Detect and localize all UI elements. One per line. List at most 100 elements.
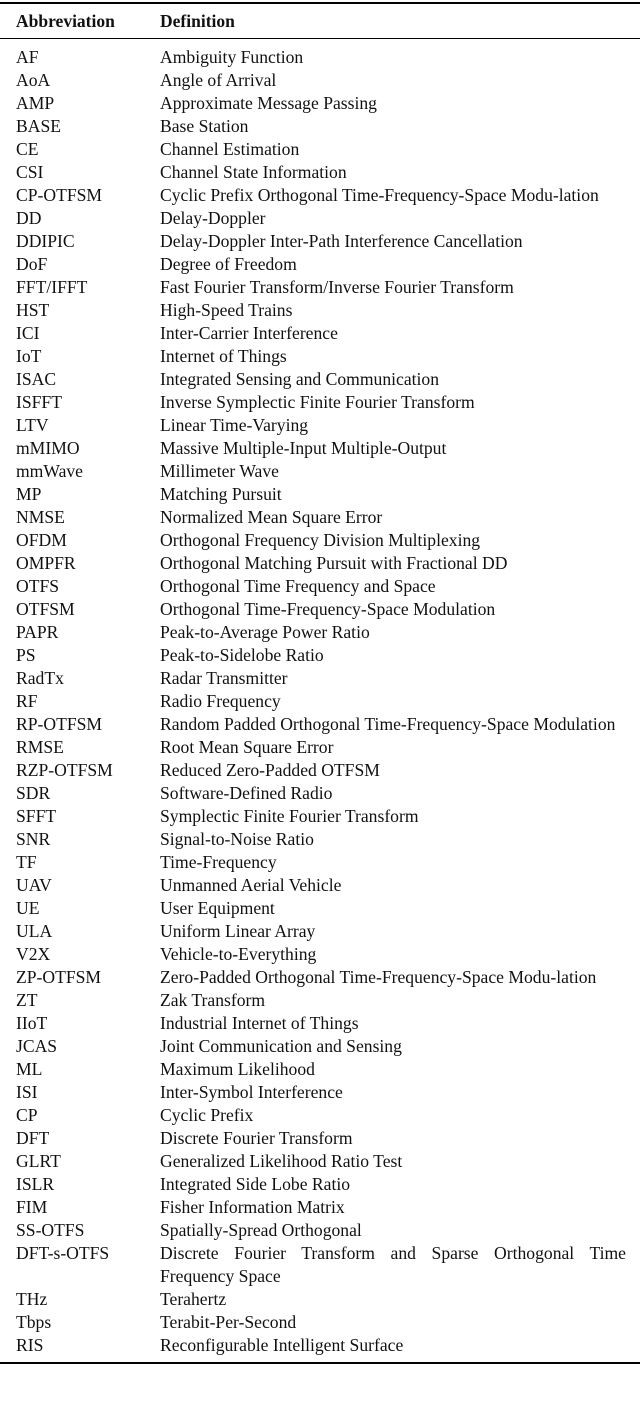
table-row: SFFT Symplectic Finite Fourier Transform <box>0 805 640 828</box>
table-row: MP Matching Pursuit <box>0 483 640 506</box>
table-header: Abbreviation Definition <box>0 4 640 38</box>
table-row: HST High-Speed Trains <box>0 299 640 322</box>
abbreviation-cell: THz <box>16 1289 48 1309</box>
abbreviation-cell: ISAC <box>16 369 57 389</box>
definition-cell: Matching Pursuit <box>160 484 282 504</box>
abbreviation-cell: LTV <box>16 415 49 435</box>
definition-cell: High-Speed Trains <box>160 300 293 320</box>
definition-cell: Degree of Freedom <box>160 254 297 274</box>
table-row: GLRT Generalized Likelihood Ratio Test <box>0 1150 640 1173</box>
table-row: NMSE Normalized Mean Square Error <box>0 506 640 529</box>
abbreviation-cell: IIoT <box>16 1013 48 1033</box>
abbreviation-cell: CSI <box>16 162 44 182</box>
definition-cell: Radio Frequency <box>160 691 281 711</box>
abbreviation-cell: AF <box>16 47 39 67</box>
table-row: mmWave Millimeter Wave <box>0 460 640 483</box>
definition-cell: Signal-to-Noise Ratio <box>160 829 314 849</box>
table-row: DFT Discrete Fourier Transform <box>0 1127 640 1150</box>
abbreviation-cell: DoF <box>16 254 48 274</box>
abbreviation-cell: UAV <box>16 875 52 895</box>
table-row: ISFFT Inverse Symplectic Finite Fourier T… <box>0 391 640 414</box>
abbreviation-cell: FFT/IFFT <box>16 277 88 297</box>
definition-cell: Industrial Internet of Things <box>160 1013 359 1033</box>
table-row: IIoT Industrial Internet of Things <box>0 1012 640 1035</box>
abbreviation-cell: BASE <box>16 116 61 136</box>
abbreviation-cell: RZP-OTFSM <box>16 760 113 780</box>
abbreviation-cell: DFT <box>16 1128 50 1148</box>
definition-cell: Inter-Symbol Interference <box>160 1082 343 1102</box>
abbreviation-cell: CP-OTFSM <box>16 185 103 205</box>
abbreviation-cell: CP <box>16 1105 38 1125</box>
definition-cell: Generalized Likelihood Ratio Test <box>160 1151 403 1171</box>
abbreviation-cell: GLRT <box>16 1151 61 1171</box>
abbreviation-cell: MP <box>16 484 42 504</box>
abbreviation-cell: NMSE <box>16 507 65 527</box>
table-row: AoA Angle of Arrival <box>0 69 640 92</box>
table-row: RMSE Root Mean Square Error <box>0 736 640 759</box>
definition-cell: Cyclic Prefix Orthogonal Time-Frequency-… <box>160 185 599 205</box>
table-row: RF Radio Frequency <box>0 690 640 713</box>
table-row: FFT/IFFT Fast Fourier Transform/Inverse F… <box>0 276 640 299</box>
abbreviation-cell: ISI <box>16 1082 38 1102</box>
abbreviation-cell: TF <box>16 852 37 872</box>
abbreviation-cell: ML <box>16 1059 43 1079</box>
abbreviation-cell: RF <box>16 691 38 711</box>
table-row: ZP-OTFSM Zero-Padded Orthogonal Time-Freq… <box>0 966 640 989</box>
definition-cell: Angle of Arrival <box>160 70 277 90</box>
table-row: DDIPIC Delay-Doppler Inter-Path Interfere… <box>0 230 640 253</box>
abbreviation-cell: SS-OTFS <box>16 1220 85 1240</box>
table-row: CP Cyclic Prefix <box>0 1104 640 1127</box>
definition-cell: Spatially-Spread Orthogonal <box>160 1220 362 1240</box>
abbreviation-cell: RP-OTFSM <box>16 714 103 734</box>
definition-cell: Integrated Sensing and Communication <box>160 369 440 389</box>
abbreviation-cell: mMIMO <box>16 438 80 458</box>
table-row: DD Delay-Doppler <box>0 207 640 230</box>
definition-cell: Terahertz <box>160 1289 227 1309</box>
abbreviation-cell: DFT-s-OTFS <box>16 1243 110 1263</box>
table-row: ZT Zak Transform <box>0 989 640 1012</box>
table-row: AF Ambiguity Function <box>0 46 640 69</box>
abbreviation-cell: mmWave <box>16 461 83 481</box>
definition-cell: Joint Communication and Sensing <box>160 1036 402 1056</box>
table-row: ISAC Integrated Sensing and Communication <box>0 368 640 391</box>
definition-cell: Inter-Carrier Interference <box>160 323 338 343</box>
abbreviation-cell: ZT <box>16 990 38 1010</box>
definition-cell: Maximum Likelihood <box>160 1059 315 1079</box>
table-row: OTFSM Orthogonal Time-Frequency-Space Mod… <box>0 598 640 621</box>
definition-cell: Radar Transmitter <box>160 668 288 688</box>
abbreviation-cell: SNR <box>16 829 51 849</box>
definition-cell: Approximate Message Passing <box>160 93 377 113</box>
table-row: FIM Fisher Information Matrix <box>0 1196 640 1219</box>
table-row: LTV Linear Time-Varying <box>0 414 640 437</box>
abbreviation-table: Abbreviation Definition AF Ambiguity Func… <box>0 0 640 1364</box>
abbreviation-cell: RadTx <box>16 668 64 688</box>
table-row: UE User Equipment <box>0 897 640 920</box>
table-row: CSI Channel State Information <box>0 161 640 184</box>
abbreviation-cell: ULA <box>16 921 53 941</box>
abbreviation-cell: OMPFR <box>16 553 76 573</box>
table-row: IoT Internet of Things <box>0 345 640 368</box>
definition-cell: Symplectic Finite Fourier Transform <box>160 806 419 826</box>
definition-cell: Zero-Padded Orthogonal Time-Frequency-Sp… <box>160 967 597 987</box>
definition-cell: Cyclic Prefix <box>160 1105 254 1125</box>
definition-cell: Base Station <box>160 116 249 136</box>
abbreviation-cell: JCAS <box>16 1036 58 1056</box>
definition-cell: Orthogonal Frequency Division Multiplexi… <box>160 530 481 550</box>
abbreviation-cell: OTFSM <box>16 599 75 619</box>
table-body: AF Ambiguity Function AoA Angle of Arrival A… <box>0 39 640 1362</box>
abbreviation-cell: RIS <box>16 1335 44 1355</box>
definition-cell: Fast Fourier Transform/Inverse Fourier T… <box>160 277 514 297</box>
definition-cell: Discrete Fourier Transform <box>160 1128 353 1148</box>
abbreviation-cell: HST <box>16 300 50 320</box>
abbreviation-cell: OTFS <box>16 576 60 596</box>
abbreviation-cell: AMP <box>16 93 55 113</box>
abbreviation-cell: V2X <box>16 944 51 964</box>
definition-cell: Unmanned Aerial Vehicle <box>160 875 342 895</box>
abbreviation-cell: AoA <box>16 70 51 90</box>
table-row: BASE Base Station <box>0 115 640 138</box>
table-row: ISI Inter-Symbol Interference <box>0 1081 640 1104</box>
table-row: V2X Vehicle-to-Everything <box>0 943 640 966</box>
table-row: RP-OTFSM Random Padded Orthogonal Time-Fr… <box>0 713 640 736</box>
definition-cell: Time-Frequency <box>160 852 277 872</box>
bottom-rule <box>0 1362 640 1364</box>
